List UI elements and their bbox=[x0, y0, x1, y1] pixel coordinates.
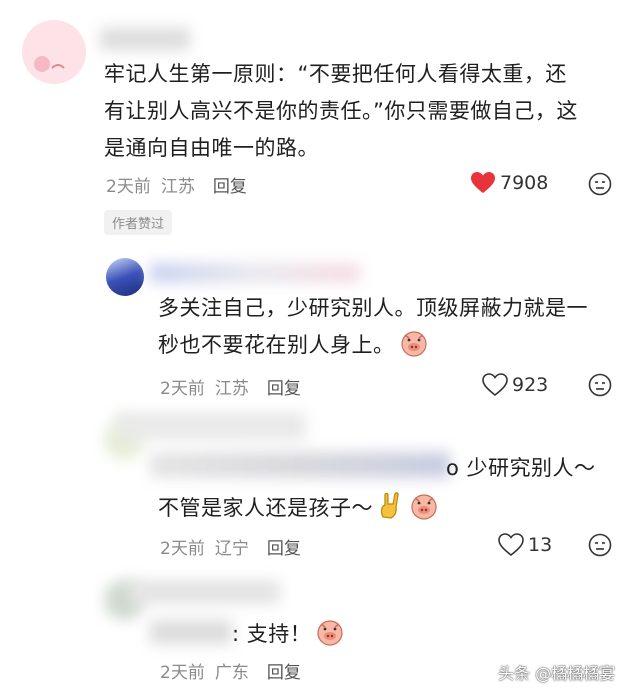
comment-meta: 2天前 辽宁 回复 bbox=[160, 534, 301, 559]
comment-time: 2天前 bbox=[160, 379, 205, 399]
like-count: 923 bbox=[512, 374, 549, 396]
comment-text-line: 牢记人生第一原则：“不要把任何人看得太重，还 bbox=[104, 62, 567, 86]
avatar-image bbox=[22, 20, 86, 84]
comment-text: 牢记人生第一原则：“不要把任何人看得太重，还 有让别人高兴不是你的责任。”你只需… bbox=[104, 56, 624, 167]
blurred-text bbox=[150, 620, 232, 644]
pig-emoji-icon bbox=[400, 331, 427, 357]
comment-text-line: 有让别人高兴不是你的责任。”你只需要做自己，这 bbox=[104, 99, 578, 123]
comment-meta: 2天前 江苏 回复 bbox=[106, 172, 247, 197]
comment-text-line: 不管是家人还是孩子～ bbox=[158, 490, 628, 527]
username[interactable] bbox=[116, 412, 306, 440]
username[interactable] bbox=[130, 580, 280, 604]
comment-location: 广东 bbox=[214, 663, 249, 683]
heart-icon bbox=[471, 172, 495, 193]
pig-emoji-icon bbox=[317, 620, 343, 646]
like-count: 7908 bbox=[500, 172, 549, 194]
like-button[interactable]: 923 bbox=[482, 373, 548, 397]
watermark: 头条 @橘橘橘宴 bbox=[498, 664, 616, 683]
heart-icon bbox=[498, 533, 524, 557]
dislike-face-icon[interactable] bbox=[588, 373, 612, 397]
reply-button[interactable]: 回复 bbox=[267, 534, 301, 559]
comment-text-fragment: 不管是家人还是孩子～ bbox=[158, 496, 373, 520]
avatar[interactable] bbox=[22, 20, 86, 84]
like-count: 13 bbox=[528, 534, 553, 556]
like-button[interactable]: 7908 bbox=[470, 171, 548, 195]
pig-emoji-icon bbox=[411, 494, 437, 520]
comment-meta: 2天前 广东 回复 bbox=[160, 658, 301, 683]
comment-text-fragment: 秒也不要花在别人身上。 bbox=[158, 333, 395, 357]
comment-text-fragment: : 支持！ bbox=[232, 622, 312, 646]
username[interactable] bbox=[100, 28, 190, 50]
rock-hand-emoji-icon bbox=[380, 492, 399, 519]
comment-location: 辽宁 bbox=[214, 539, 249, 559]
comment-location: 江苏 bbox=[160, 177, 195, 197]
heart-icon bbox=[482, 373, 508, 397]
comment-text-line: o 少研究别人～ bbox=[446, 456, 596, 480]
comment-text-line: 秒也不要花在别人身上。 bbox=[158, 327, 628, 364]
reply-button[interactable]: 回复 bbox=[267, 374, 301, 399]
avatar[interactable] bbox=[106, 258, 144, 296]
comment-text: 多关注自己，少研究别人。顶级屏蔽力就是一 秒也不要花在别人身上。 bbox=[158, 290, 628, 364]
comment-text-line: 是通向自由唯一的路。 bbox=[104, 136, 319, 160]
comment-text: 不管是家人还是孩子～ bbox=[158, 490, 628, 527]
blurred-text bbox=[150, 452, 450, 478]
reply-button[interactable]: 回复 bbox=[267, 658, 301, 683]
comment-text-line: : 支持！ bbox=[232, 616, 372, 653]
author-liked-badge: 作者赞过 bbox=[104, 210, 173, 235]
reply-button[interactable]: 回复 bbox=[213, 172, 247, 197]
comment-time: 2天前 bbox=[106, 177, 151, 197]
dislike-face-icon[interactable] bbox=[588, 172, 612, 196]
comment-location: 江苏 bbox=[214, 379, 249, 399]
username[interactable] bbox=[150, 263, 360, 283]
comment-text: : 支持！ bbox=[232, 616, 372, 653]
comment-time: 2天前 bbox=[160, 663, 205, 683]
comment-text: o 少研究别人～ bbox=[446, 450, 636, 487]
comment-text-line: 多关注自己，少研究别人。顶级屏蔽力就是一 bbox=[158, 296, 588, 320]
like-button[interactable]: 13 bbox=[498, 533, 552, 557]
comment-meta: 2天前 江苏 回复 bbox=[160, 374, 301, 399]
comment-time: 2天前 bbox=[160, 539, 205, 559]
dislike-face-icon[interactable] bbox=[588, 533, 612, 557]
